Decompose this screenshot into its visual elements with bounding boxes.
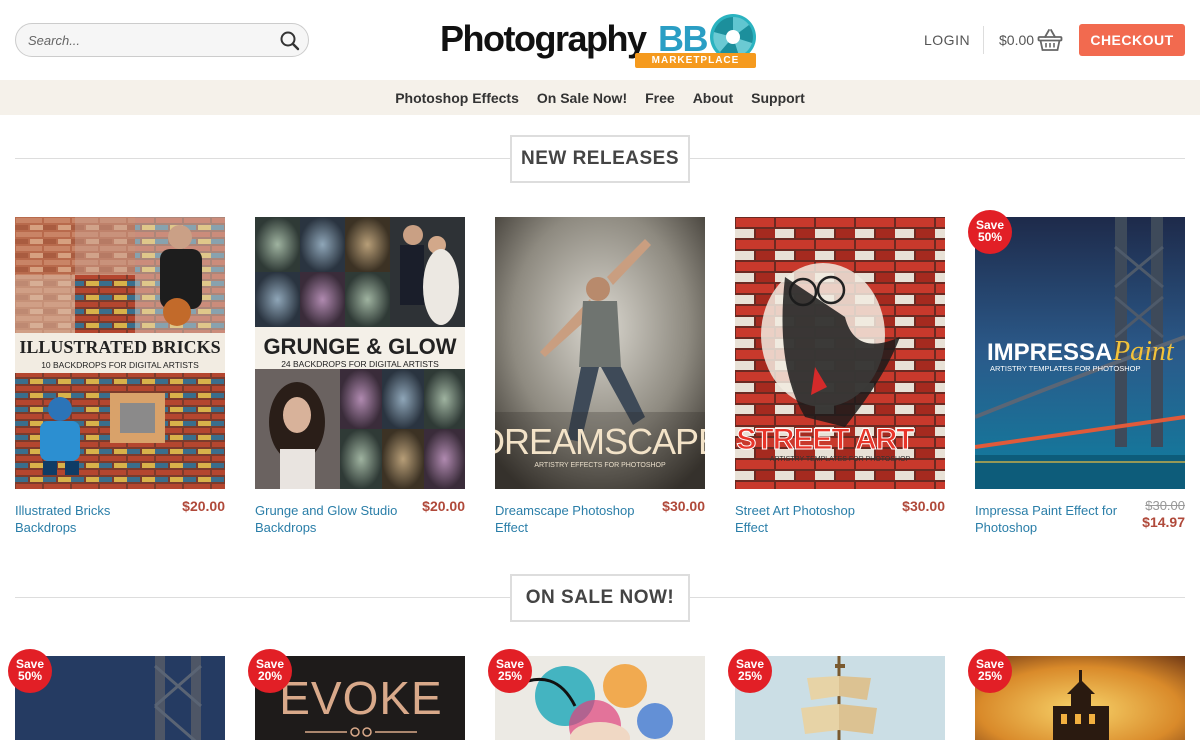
section-title-on-sale: ON SALE NOW!	[510, 574, 690, 622]
main-nav: Photoshop Effects On Sale Now! Free Abou…	[0, 80, 1200, 115]
cover-title: IMPRESSA	[987, 339, 1112, 366]
login-link[interactable]: LOGIN	[924, 32, 970, 48]
nav-item-photoshop-effects[interactable]: Photoshop Effects	[395, 90, 519, 106]
product-card: STREET ART ARTISTRY TEMPLATES FOR PHOTOS…	[735, 217, 945, 535]
nav-item-support[interactable]: Support	[751, 90, 805, 106]
sale-badge-line2: 50%	[17, 669, 43, 683]
product-name[interactable]: Street Art Photoshop Effect	[735, 502, 883, 536]
product-image[interactable]: DREAMSCAPE ARTISTRY EFFECTS FOR PHOTOSHO…	[495, 217, 705, 489]
product-image[interactable]: GRUNGE & GLOW 24 BACKDROPS FOR DIGITAL A…	[255, 217, 465, 489]
cover-title-script: Paint	[1112, 336, 1175, 367]
cover-title: GRUNGE & GLOW	[263, 334, 456, 359]
cover-subtitle: 10 BACKDROPS FOR DIGITAL ARTISTS	[41, 360, 199, 370]
sale-badge-line2: 25%	[497, 669, 523, 683]
product-name[interactable]: Illustrated Bricks Backdrops	[15, 502, 163, 536]
nav-item-free[interactable]: Free	[645, 90, 675, 106]
section-title-new-releases: NEW RELEASES	[510, 135, 690, 183]
logo-marketplace-tag: MARKETPLACE	[635, 53, 756, 68]
product-price: $20.00	[422, 498, 465, 514]
sale-badge: Save 50%	[8, 649, 52, 693]
sale-badge-line2: 25%	[737, 669, 763, 683]
sale-badge: Save 20%	[248, 649, 292, 693]
cover-title: DREAMSCAPE	[495, 421, 705, 462]
cover-title: ILLUSTRATED BRICKS	[19, 337, 220, 357]
product-name[interactable]: Grunge and Glow Studio Backdrops	[255, 502, 403, 536]
cover-subtitle: ARTISTRY TEMPLATES FOR PHOTOSHOP	[990, 364, 1140, 373]
cart-total[interactable]: $0.00	[999, 32, 1034, 48]
nav-item-about[interactable]: About	[693, 90, 733, 106]
sale-badge-line2: 25%	[977, 669, 1003, 683]
site-header: Photography BB MARKETPLACE LOGIN $0.00	[0, 0, 1200, 80]
cover-title: EVOKE	[279, 672, 443, 724]
sale-badge: Save 50%	[968, 210, 1012, 254]
header-divider	[983, 26, 984, 54]
product-image[interactable]: STREET ART ARTISTRY TEMPLATES FOR PHOTOS…	[735, 217, 945, 489]
search-bar	[15, 23, 309, 57]
search-icon[interactable]	[278, 29, 302, 53]
sale-badge-line2: 20%	[257, 669, 283, 683]
sale-badge: Save 25%	[968, 649, 1012, 693]
search-input[interactable]	[16, 24, 276, 56]
sale-badge: Save 25%	[488, 649, 532, 693]
product-old-price: $30.00	[1145, 498, 1185, 513]
site-logo[interactable]: Photography BB MARKETPLACE	[440, 10, 760, 72]
logo-wordmark: Photography	[440, 18, 647, 59]
product-card: GRUNGE & GLOW 24 BACKDROPS FOR DIGITAL A…	[255, 217, 465, 535]
product-image[interactable]: IMPRESSA Paint ARTISTRY TEMPLATES FOR PH…	[975, 217, 1185, 489]
nav-item-on-sale[interactable]: On Sale Now!	[537, 90, 627, 106]
product-image[interactable]: ILLUSTRATED BRICKS 10 BACKDROPS FOR DIGI…	[15, 217, 225, 489]
product-card: ILLUSTRATED BRICKS 10 BACKDROPS FOR DIGI…	[15, 217, 225, 535]
product-price: $20.00	[182, 498, 225, 514]
checkout-button[interactable]: CHECKOUT	[1079, 24, 1185, 56]
sale-badge-line2: 50%	[977, 230, 1003, 244]
product-name[interactable]: Dreamscape Photoshop Effect	[495, 502, 643, 536]
product-price: $30.00	[902, 498, 945, 514]
cover-subtitle: ARTISTRY EFFECTS FOR PHOTOSHOP	[534, 462, 666, 469]
product-price: $30.00	[662, 498, 705, 514]
cover-title: STREET ART	[736, 423, 914, 456]
cover-subtitle: ARTISTRY TEMPLATES FOR PHOTOSHOP	[770, 456, 911, 463]
product-sale-price: $14.97	[1142, 514, 1185, 530]
sale-badge: Save 25%	[728, 649, 772, 693]
product-card: DREAMSCAPE ARTISTRY EFFECTS FOR PHOTOSHO…	[495, 217, 705, 535]
product-card: Save 50% IMPRESSA Paint ARTISTRY TEMPLAT…	[968, 210, 1185, 535]
basket-icon[interactable]	[1037, 28, 1063, 52]
product-name[interactable]: Impressa Paint Effect for Photoshop	[975, 502, 1123, 536]
cover-subtitle: 24 BACKDROPS FOR DIGITAL ARTISTS	[281, 359, 439, 369]
